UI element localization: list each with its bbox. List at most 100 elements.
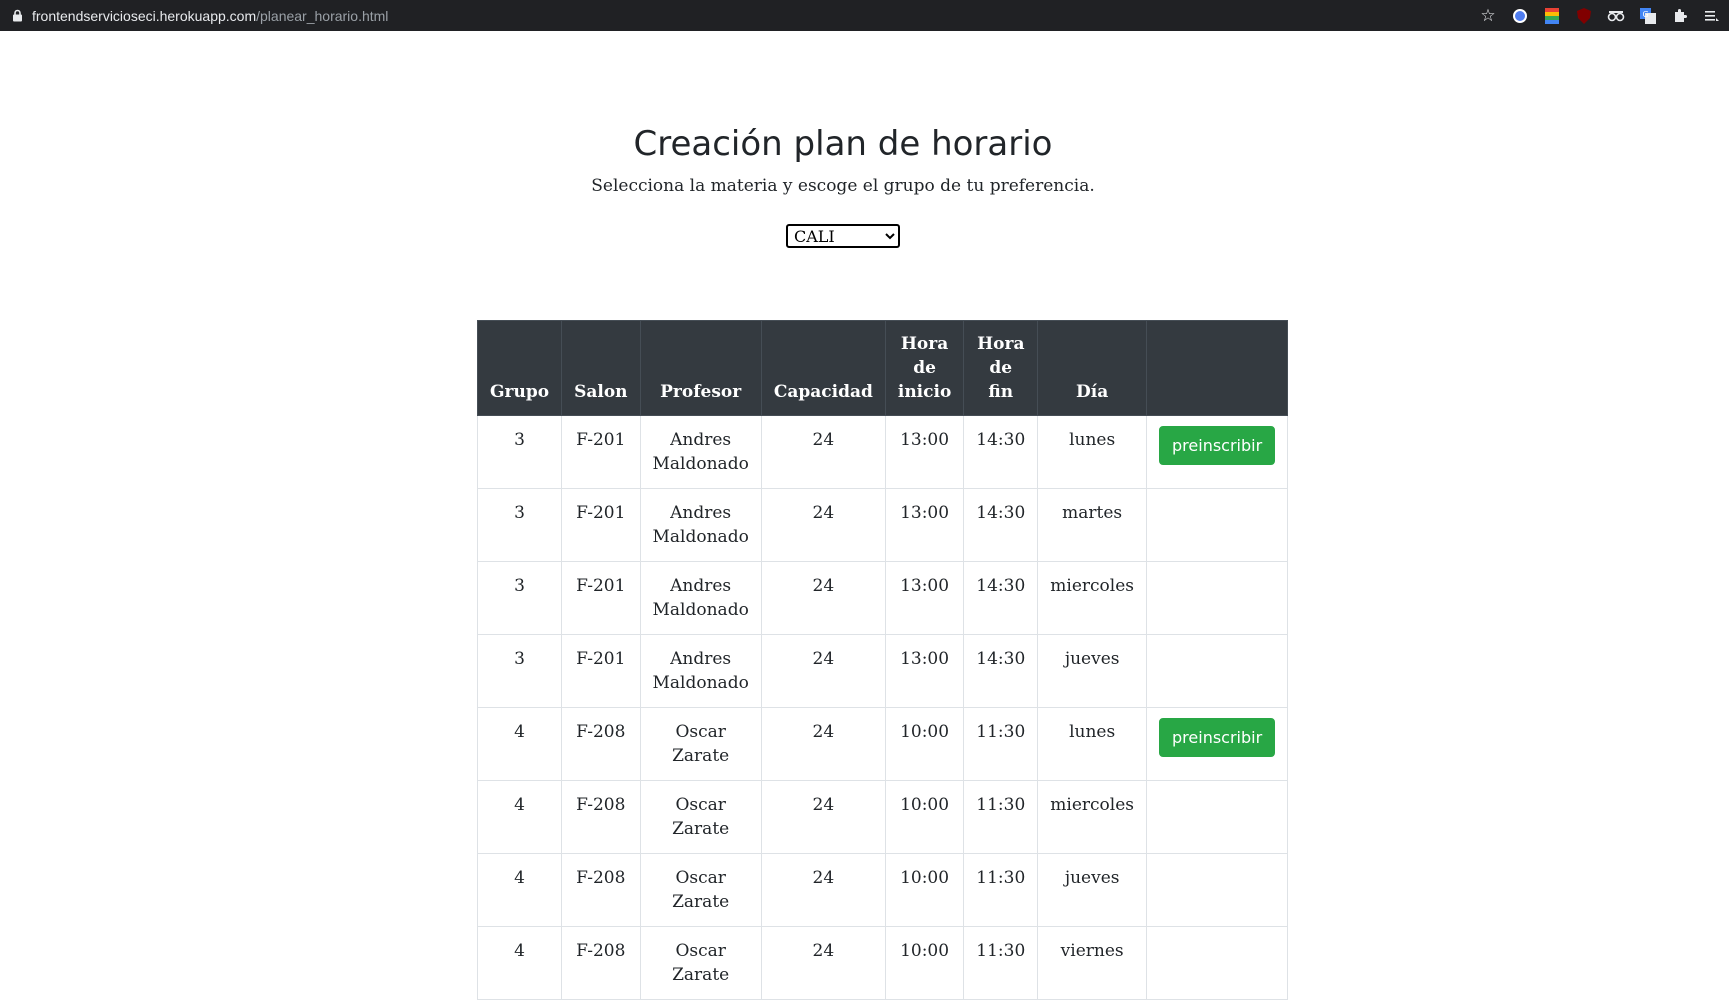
cell-capacidad: 24 (760, 561, 886, 635)
preinscribir-button[interactable]: preinscribir (1159, 718, 1276, 757)
cell-capacidad: 24 (760, 780, 886, 854)
cell-dia: lunes (1037, 707, 1148, 781)
table-body: 3 F-201 Andres Maldonado 24 13:00 14:30 lunes p… (476, 415, 1289, 1000)
cell-capacidad: 24 (760, 488, 886, 562)
cell-dia: jueves (1037, 634, 1148, 708)
col-salon: Salon (561, 320, 641, 416)
cell-grupo: 4 (476, 853, 563, 927)
schedule-table: Grupo Salon Profesor Capacidad Hora de i… (476, 320, 1289, 1000)
cell-fin: 11:30 (963, 926, 1039, 1000)
cell-grupo: 3 (476, 415, 563, 489)
cell-grupo: 3 (476, 488, 563, 562)
table-row: 4 F-208 Oscar Zarate 24 10:00 11:30 lunes prein… (476, 707, 1289, 781)
cell-fin: 11:30 (963, 780, 1039, 854)
cell-profesor: Andres Maldonado (639, 561, 762, 635)
url-host: frontendservicioseci.herokuapp.com (32, 7, 257, 24)
cell-inicio: 13:00 (884, 634, 965, 708)
cell-grupo: 3 (476, 561, 563, 635)
table-row: 3 F-201 Andres Maldonado 24 13:00 14:30 lunes p… (476, 415, 1289, 489)
cell-inicio: 10:00 (884, 707, 965, 781)
cell-inicio: 13:00 (884, 488, 965, 562)
cell-dia: jueves (1037, 853, 1148, 927)
cell-profesor: Oscar Zarate (639, 853, 762, 927)
cell-dia: lunes (1037, 415, 1148, 489)
browser-address-bar: frontendservicioseci.herokuapp.com/plane… (0, 0, 1729, 31)
cell-salon: F-201 (561, 634, 641, 708)
cell-capacidad: 24 (760, 634, 886, 708)
cell-salon: F-208 (561, 707, 641, 781)
cell-action: preinscribir (1146, 707, 1289, 781)
cell-capacidad: 24 (760, 707, 886, 781)
cell-profesor: Andres Maldonado (639, 634, 762, 708)
col-action (1146, 320, 1289, 416)
extension-translate-icon[interactable]: G (1639, 7, 1657, 25)
cell-profesor: Andres Maldonado (639, 415, 762, 489)
url-text[interactable]: frontendservicioseci.herokuapp.com/plane… (32, 8, 388, 24)
cell-capacidad: 24 (760, 926, 886, 1000)
cell-capacidad: 24 (760, 853, 886, 927)
cell-profesor: Oscar Zarate (639, 707, 762, 781)
cell-action (1146, 853, 1289, 927)
cell-salon: F-201 (561, 415, 641, 489)
cell-dia: viernes (1037, 926, 1148, 1000)
cell-fin: 14:30 (963, 415, 1039, 489)
cell-dia: martes (1037, 488, 1148, 562)
cell-dia: miercoles (1037, 561, 1148, 635)
cell-salon: F-208 (561, 926, 641, 1000)
cell-inicio: 13:00 (884, 415, 965, 489)
city-select[interactable]: CALI (786, 224, 900, 248)
cell-profesor: Oscar Zarate (639, 926, 762, 1000)
cell-fin: 11:30 (963, 853, 1039, 927)
cell-salon: F-201 (561, 561, 641, 635)
col-grupo: Grupo (476, 320, 563, 416)
cell-salon: F-201 (561, 488, 641, 562)
extension-glasses-icon[interactable] (1607, 7, 1625, 25)
table-row: 3 F-201 Andres Maldonado 24 13:00 14:30 martes (476, 488, 1289, 562)
cell-inicio: 10:00 (884, 926, 965, 1000)
extensions-puzzle-icon[interactable] (1671, 7, 1689, 25)
cell-action (1146, 561, 1289, 635)
cell-inicio: 10:00 (884, 853, 965, 927)
cell-grupo: 4 (476, 707, 563, 781)
bookmark-star-icon[interactable]: ☆ (1479, 6, 1497, 25)
browser-actions: ☆ G (1479, 0, 1721, 31)
col-profesor: Profesor (639, 320, 762, 416)
col-capacidad: Capacidad (760, 320, 886, 416)
svg-text:G: G (1643, 10, 1649, 19)
cell-fin: 14:30 (963, 488, 1039, 562)
url-path: /planear_horario.html (256, 7, 389, 24)
page-title: Creación plan de horario (633, 124, 1053, 164)
city-select-wrapper: CALI (786, 224, 900, 248)
cell-fin: 14:30 (963, 634, 1039, 708)
page-subtitle: Selecciona la materia y escoge el grupo … (591, 176, 1095, 196)
cell-action (1146, 634, 1289, 708)
cell-fin: 14:30 (963, 561, 1039, 635)
table-header: Grupo Salon Profesor Capacidad Hora de i… (476, 320, 1289, 416)
table-row: 4 F-208 Oscar Zarate 24 10:00 11:30 miercoles (476, 780, 1289, 854)
cell-action (1146, 488, 1289, 562)
cell-fin: 11:30 (963, 707, 1039, 781)
extension-browser-icon[interactable] (1511, 7, 1529, 25)
browser-menu-icon[interactable] (1703, 7, 1721, 25)
cell-action (1146, 926, 1289, 1000)
preinscribir-button[interactable]: preinscribir (1159, 426, 1276, 465)
cell-grupo: 4 (476, 780, 563, 854)
cell-inicio: 10:00 (884, 780, 965, 854)
col-dia: Día (1037, 320, 1148, 416)
table-row: 3 F-201 Andres Maldonado 24 13:00 14:30 mierco… (476, 561, 1289, 635)
table-row: 4 F-208 Oscar Zarate 24 10:00 11:30 jueves (476, 853, 1289, 927)
cell-dia: miercoles (1037, 780, 1148, 854)
cell-profesor: Andres Maldonado (639, 488, 762, 562)
table-row: 4 F-208 Oscar Zarate 24 10:00 11:30 viernes (476, 926, 1289, 1000)
col-hora-fin: Hora de fin (963, 320, 1039, 416)
extension-layers-icon[interactable] (1543, 7, 1561, 25)
cell-capacidad: 24 (760, 415, 886, 489)
cell-salon: F-208 (561, 780, 641, 854)
cell-inicio: 13:00 (884, 561, 965, 635)
extension-ublock-icon[interactable] (1575, 7, 1593, 25)
cell-grupo: 3 (476, 634, 563, 708)
cell-action (1146, 780, 1289, 854)
lock-icon (10, 9, 24, 23)
cell-action: preinscribir (1146, 415, 1289, 489)
cell-grupo: 4 (476, 926, 563, 1000)
